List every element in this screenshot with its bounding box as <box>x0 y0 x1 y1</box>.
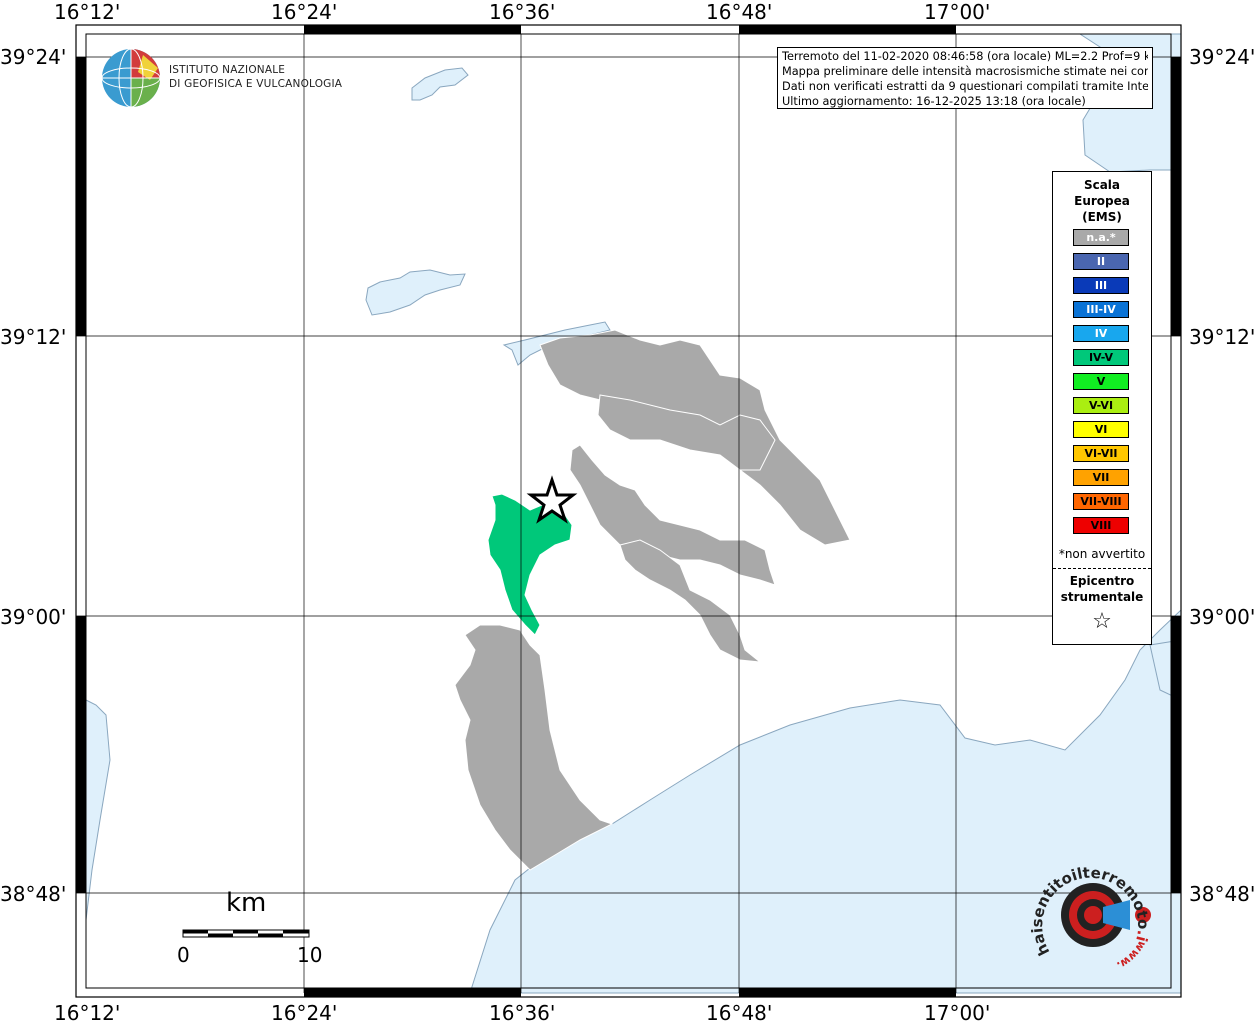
haisentito-badge-text: haisentitoilterremoto.it www. <box>1030 852 1152 972</box>
scale-unit: km <box>226 888 267 918</box>
svg-text:haisentitoilterremoto.it: haisentitoilterremoto.it <box>1030 852 1152 959</box>
legend-title: Scala Europea (EMS) <box>1053 177 1151 225</box>
legend-item: IV <box>1073 325 1129 342</box>
lat-label-right-3: 39°00' <box>1189 605 1254 629</box>
legend-separator <box>1053 568 1151 569</box>
legend-items: n.a.* II III III-IV IV IV-V V V-VI VI VI-VII VII VI… <box>1073 229 1129 541</box>
ingv-logo-text: ISTITUTO NAZIONALE DI GEOFISICA E VULCAN… <box>169 63 342 91</box>
event-info-line2: Mappa preliminare delle intensità macros… <box>782 65 1148 78</box>
lake-arvo <box>365 269 466 316</box>
legend-item: II <box>1073 253 1129 270</box>
lon-label-bottom-1: 16°12' <box>54 1001 121 1025</box>
ingv-logo-line1: ISTITUTO NAZIONALE <box>169 64 286 76</box>
legend-epicenter-label: Epicentro strumentale <box>1053 573 1151 605</box>
legend-title-line3: (EMS) <box>1082 210 1122 224</box>
event-info-line3: Dati non verificati estratti da 9 questi… <box>782 80 1148 93</box>
lon-label-top-2: 16°24' <box>271 0 338 24</box>
legend-item: III <box>1073 277 1129 294</box>
scale-end: 10 <box>297 943 323 967</box>
legend-item: V <box>1073 373 1129 390</box>
lon-label-top-5: 17°00' <box>924 0 991 24</box>
legend-item: VI-VII <box>1073 445 1129 462</box>
event-info-box: Terremoto del 11-02-2020 08:46:58 (ora l… <box>777 47 1153 109</box>
lon-label-top-3: 16°36' <box>489 0 556 24</box>
scale-bar <box>182 929 310 938</box>
legend-item: VII <box>1073 469 1129 486</box>
legend-item: VI <box>1073 421 1129 438</box>
legend-item: V-VI <box>1073 397 1129 414</box>
legend-item: III-IV <box>1073 301 1129 318</box>
legend-item: n.a.* <box>1073 229 1129 246</box>
legend-item: VIII <box>1073 517 1129 534</box>
west-coast-sea <box>85 699 111 921</box>
legend-title-line2: Europea <box>1074 194 1130 208</box>
event-info-line1: Terremoto del 11-02-2020 08:46:58 (ora l… <box>782 50 1148 63</box>
lon-label-top-4: 16°48' <box>706 0 773 24</box>
lat-label-left-3: 39°00' <box>0 605 67 629</box>
event-info-line4: Ultimo aggiornamento: 16-12-2025 13:18 (… <box>782 95 1086 108</box>
lon-label-bottom-2: 16°24' <box>271 1001 338 1025</box>
legend-title-line1: Scala <box>1083 178 1121 192</box>
svg-text:www.: www. <box>1114 938 1148 972</box>
ems-legend: Scala Europea (EMS) n.a.* II III III-IV IV IV… <box>1052 171 1152 645</box>
lat-label-left-1: 39°24' <box>0 45 67 69</box>
lat-label-right-2: 39°12' <box>1189 325 1254 349</box>
lat-label-right-4: 38°48' <box>1189 882 1254 906</box>
lake-ampollino <box>411 67 469 101</box>
legend-item: VII-VIII <box>1073 493 1129 510</box>
lakes-layer <box>365 67 611 366</box>
badge-text-prefix: www. <box>1114 938 1148 972</box>
lon-label-top-1: 16°12' <box>54 0 121 24</box>
lat-label-left-4: 38°48' <box>0 882 67 906</box>
lat-label-right-1: 39°24' <box>1189 45 1254 69</box>
lon-label-bottom-5: 17°00' <box>924 1001 991 1025</box>
ingv-logo-line2: DI GEOFISICA E VULCANOLOGIA <box>169 78 343 90</box>
lon-label-bottom-3: 16°36' <box>489 1001 556 1025</box>
legend-star-icon: ☆ <box>1092 609 1112 634</box>
legend-item: IV-V <box>1073 349 1129 366</box>
area-south-west <box>454 624 614 871</box>
lon-label-bottom-4: 16°48' <box>706 1001 773 1025</box>
lat-label-left-2: 39°12' <box>0 325 67 349</box>
legend-epicenter-line1: Epicentro <box>1069 574 1135 588</box>
legend-note: *non avvertito <box>1058 547 1146 561</box>
ingv-globe-icon <box>101 48 161 108</box>
scale-start: 0 <box>177 943 190 967</box>
legend-epicenter-line2: strumentale <box>1060 590 1144 604</box>
